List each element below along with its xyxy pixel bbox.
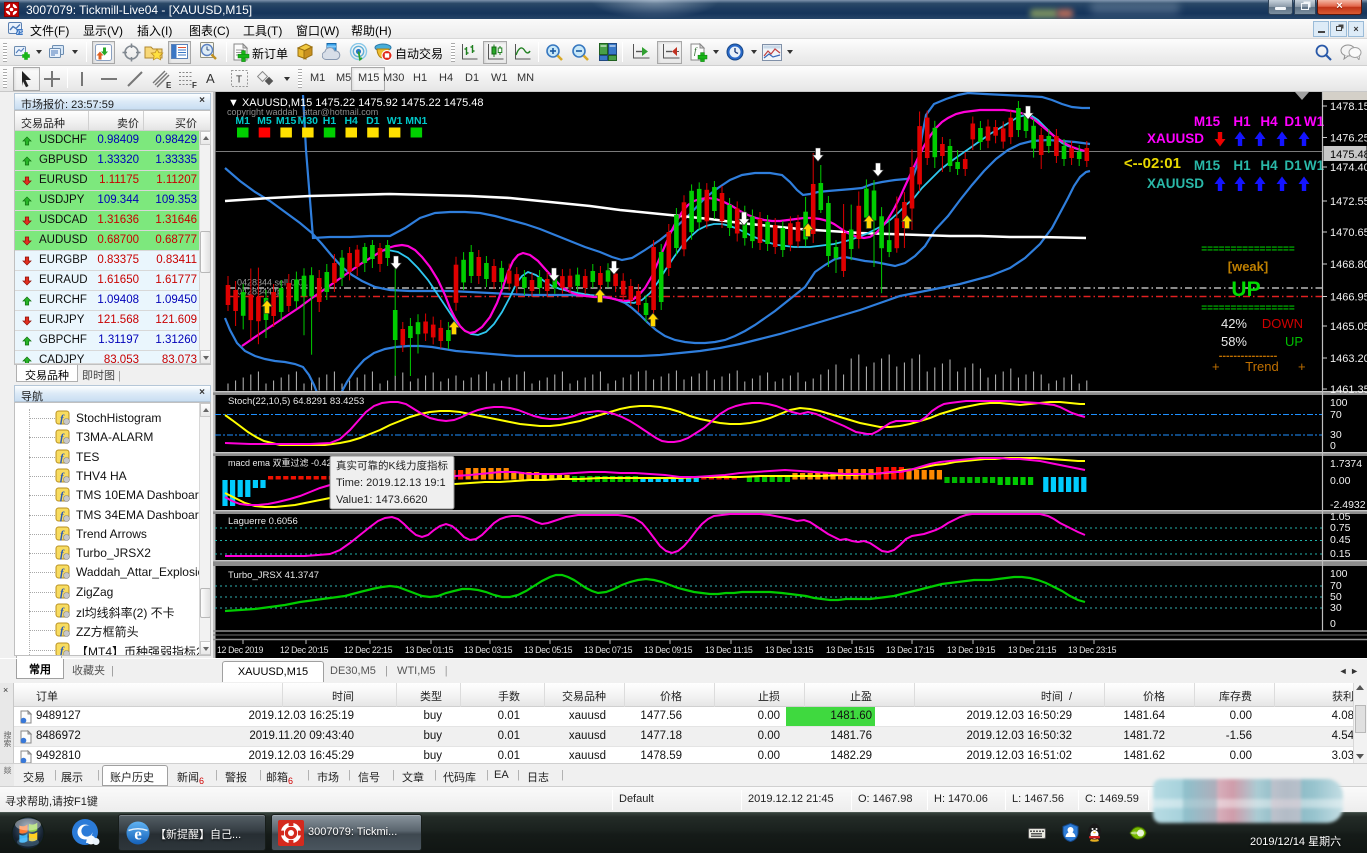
svg-text:1478.15: 1478.15 [1330,101,1367,113]
svg-text:Laguerre 0.6056: Laguerre 0.6056 [228,516,298,527]
svg-text:0.15: 0.15 [1330,548,1351,560]
svg-text:1461.35: 1461.35 [1330,384,1367,396]
svg-text:D1: D1 [1284,114,1302,129]
svg-text:0.45: 0.45 [1330,534,1351,546]
svg-text:D1: D1 [1284,158,1302,173]
svg-text:13 Dec 03:15: 13 Dec 03:15 [464,645,513,655]
svg-text:13 Dec 13:15: 13 Dec 13:15 [765,645,814,655]
svg-text:UP: UP [1285,334,1303,349]
svg-text:H4: H4 [1260,114,1278,129]
svg-text:<--02:01: <--02:01 [1124,155,1181,172]
svg-text:================: ================ [1201,244,1295,255]
svg-text:================: ================ [1201,303,1295,314]
svg-text:W1: W1 [387,115,403,127]
svg-text:1475.48: 1475.48 [1330,149,1367,161]
svg-text:0.75: 0.75 [1330,522,1351,534]
svg-text:H1: H1 [1233,114,1251,129]
svg-text:H1: H1 [323,115,337,127]
svg-text:E: E [166,81,172,89]
svg-text:13 Dec 11:15: 13 Dec 11:15 [705,645,753,655]
svg-text:Stoch(22,10,5) 64.8291 83.4253: Stoch(22,10,5) 64.8291 83.4253 [228,396,364,407]
svg-text:70: 70 [1330,409,1342,421]
svg-text:H4: H4 [344,115,358,127]
svg-text:H1: H1 [1233,158,1251,173]
svg-text:30: 30 [1330,602,1342,614]
svg-text:XAUUSD: XAUUSD [1147,131,1204,146]
svg-text:H4: H4 [1260,158,1278,173]
svg-text:T: T [236,75,242,86]
svg-text:100: 100 [1330,568,1348,580]
svg-text:0.00: 0.00 [1330,475,1351,487]
svg-text:58%: 58% [1221,334,1247,349]
svg-text:UP: UP [1231,278,1260,301]
svg-text:42%: 42% [1221,316,1247,331]
svg-text:真实可靠的K线力度指标: 真实可靠的K线力度指标 [336,459,449,472]
svg-text:13 Dec 19:15: 13 Dec 19:15 [947,645,996,655]
svg-text:0: 0 [1330,618,1336,630]
svg-text:13 Dec 05:15: 13 Dec 05:15 [524,645,573,655]
svg-text:12 Dec 2019: 12 Dec 2019 [217,645,263,655]
svg-text:12 Dec 22:15: 12 Dec 22:15 [344,645,393,655]
svg-text:Trend: Trend [1245,359,1278,374]
svg-text:[weak]: [weak] [1228,259,1268,274]
svg-text:XAUUSD: XAUUSD [1147,176,1204,191]
svg-text:DOWN: DOWN [1262,316,1303,331]
svg-text:1.7374: 1.7374 [1330,458,1362,470]
svg-text:1463.20: 1463.20 [1330,353,1367,365]
svg-text:13 Dec 15:15: 13 Dec 15:15 [826,645,875,655]
svg-text:e: e [134,825,142,844]
svg-text:VS: VS [16,30,24,36]
svg-text:1466.95: 1466.95 [1330,292,1367,304]
svg-text:13 Dec 01:15: 13 Dec 01:15 [405,645,454,655]
svg-text:+: + [1212,359,1220,374]
svg-text:M30: M30 [298,115,319,127]
svg-text:M1: M1 [235,115,250,127]
svg-text:12 Dec 20:15: 12 Dec 20:15 [280,645,329,655]
svg-text:13 Dec 07:15: 13 Dec 07:15 [584,645,633,655]
svg-text:1476.25: 1476.25 [1330,133,1367,145]
svg-text:13 Dec 23:15: 13 Dec 23:15 [1068,645,1117,655]
svg-text:W1: W1 [1304,158,1325,173]
svg-text:1468.80: 1468.80 [1330,259,1367,271]
svg-text:13 Dec 09:15: 13 Dec 09:15 [644,645,693,655]
svg-text:M15: M15 [1194,114,1221,129]
svg-text:-2.4932: -2.4932 [1330,499,1366,511]
svg-text:1472.55: 1472.55 [1330,196,1367,208]
svg-text:1470.65: 1470.65 [1330,227,1367,239]
svg-text:100: 100 [1330,397,1348,409]
svg-text:Time: 2019.12.13 19:1: Time: 2019.12.13 19:1 [336,477,446,489]
svg-text:0: 0 [1330,440,1336,452]
svg-text:1474.40: 1474.40 [1330,162,1367,174]
svg-text:+: + [1298,359,1306,374]
svg-text:MN1: MN1 [405,115,427,127]
svg-text:D1: D1 [366,115,380,127]
svg-text:M15: M15 [1194,158,1221,173]
svg-text:W1: W1 [1304,114,1325,129]
svg-text:Turbo_JRSX 41.3747: Turbo_JRSX 41.3747 [228,570,319,581]
svg-text:Value1: 1473.6620: Value1: 1473.6620 [336,494,428,506]
svg-text:13 Dec 21:15: 13 Dec 21:15 [1008,645,1057,655]
svg-text:M5: M5 [257,115,272,127]
svg-text:M15: M15 [276,115,297,127]
svg-text:1465.05: 1465.05 [1330,321,1367,333]
svg-text:F: F [192,81,197,89]
svg-text:13 Dec 17:15: 13 Dec 17:15 [886,645,935,655]
